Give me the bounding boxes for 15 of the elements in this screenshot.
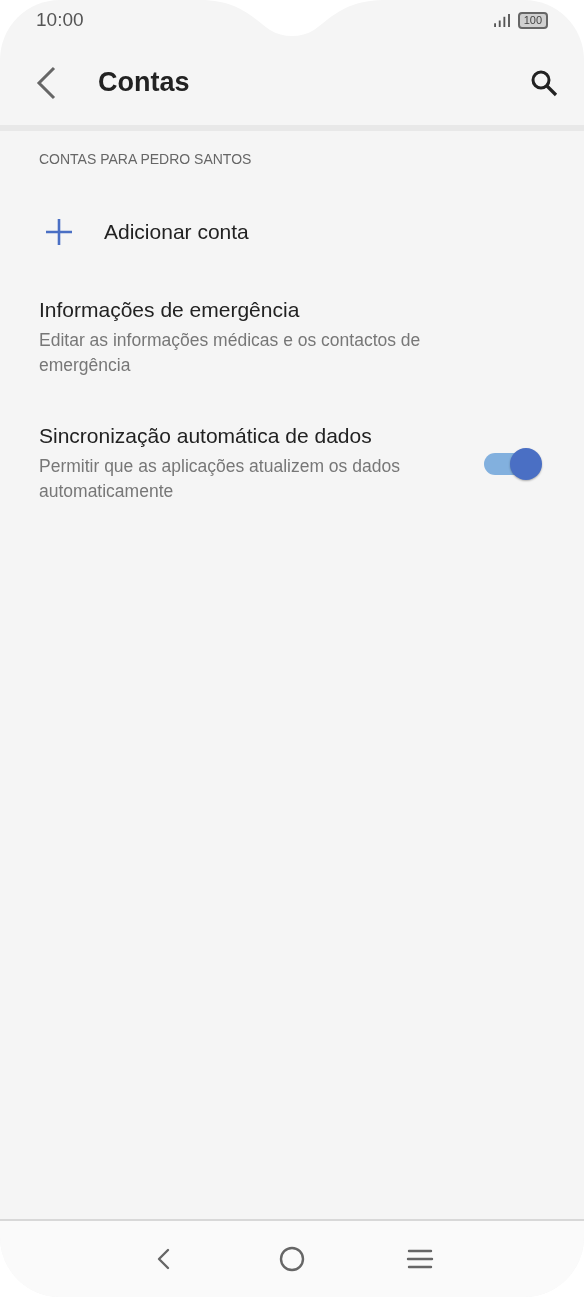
setting-description: Permitir que as aplicações atualizem os dados automaticamente [39,455,401,503]
battery-indicator: 100 [517,11,548,29]
screen-title: Contas [98,67,191,98]
status-time: 10:00 [36,9,84,31]
search-icon[interactable] [530,68,558,97]
section-header: CONTAS PARA PEDRO SANTOS [39,151,253,167]
plus-icon [45,218,73,246]
toggle-switch[interactable] [484,448,542,480]
setting-title[interactable]: Informações de emergência [39,298,509,322]
setting-description: Editar as informações médicas e os contactos de emergência [39,329,422,377]
signal-icon [493,13,511,27]
add-account-item[interactable]: Adicionar conta [39,212,584,252]
back-button[interactable] [36,65,56,100]
setting-title[interactable]: Sincronização automática de dados [39,424,419,448]
home-icon[interactable] [277,1244,307,1274]
